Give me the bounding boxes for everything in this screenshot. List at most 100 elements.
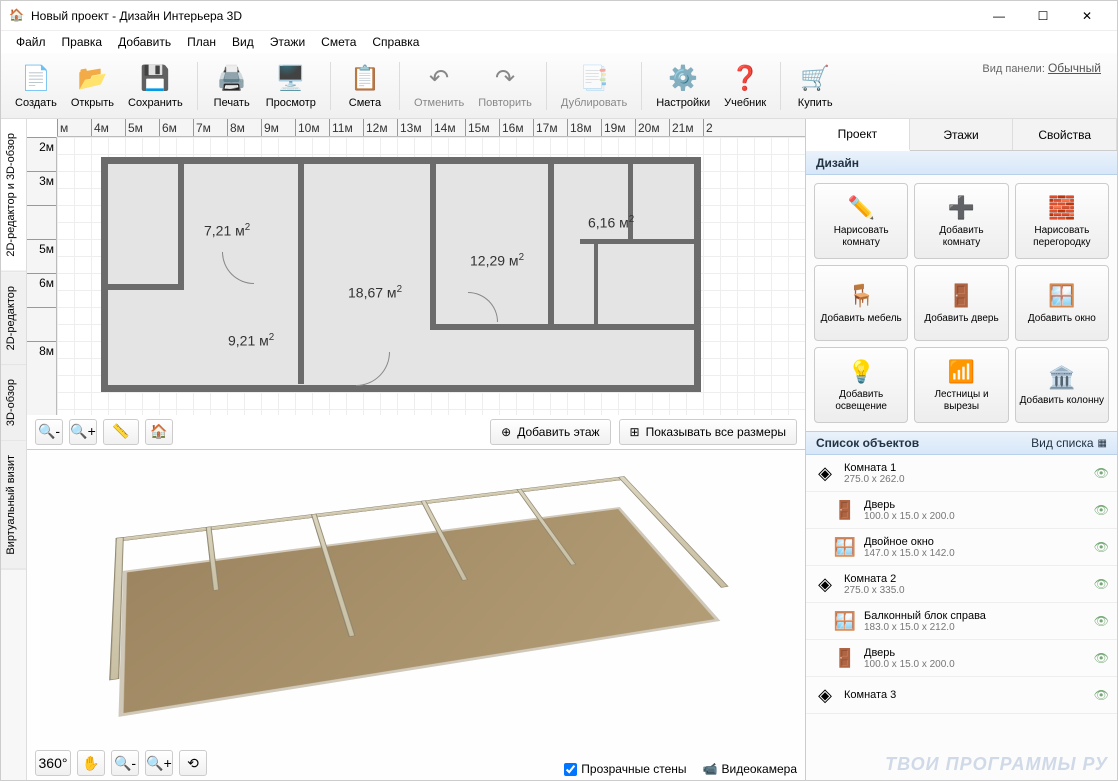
toolbar-print-button[interactable]: 🖨️Печать <box>206 57 258 115</box>
app-icon: 🏠 <box>9 8 25 24</box>
side-tab-2[interactable]: 3D-обзор <box>1 365 26 441</box>
objects-list: ◈Комната 1275.0 x 262.0👁🚪Дверь100.0 x 15… <box>806 455 1117 780</box>
visibility-icon[interactable]: 👁 <box>1094 503 1109 517</box>
toolbar-save-button[interactable]: 💾Сохранить <box>122 57 189 115</box>
plan-2d-controls: 🔍- 🔍+ 📏 🏠 <box>35 419 173 445</box>
visibility-icon[interactable]: 👁 <box>1094 651 1109 665</box>
canvas-2d[interactable]: 7,21 м218,67 м212,29 м26,16 м29,21 м2 <box>57 137 805 415</box>
menu-Файл[interactable]: Файл <box>9 33 53 51</box>
ruler-horizontal: м4м5м6м7м8м9м10м11м12м13м14м15м16м17м18м… <box>57 119 805 137</box>
view-mode-toggle[interactable]: Вид списка ▦ <box>1031 436 1107 450</box>
rp-tab-Свойства[interactable]: Свойства <box>1013 119 1117 150</box>
design-btn-Нарисовать-комнату[interactable]: ✏️Нарисовать комнату <box>814 183 908 259</box>
canvas-3d[interactable] <box>27 450 805 745</box>
help-icon: ❓ <box>729 63 761 95</box>
toolbar-settings-button[interactable]: ⚙️Настройки <box>650 57 716 115</box>
estimate-icon: 📋 <box>349 63 381 95</box>
object-item[interactable]: 🚪Дверь100.0 x 15.0 x 200.0👁 <box>806 640 1117 677</box>
transparent-walls-checkbox[interactable]: Прозрачные стены <box>564 762 686 776</box>
titlebar: 🏠 Новый проект - Дизайн Интерьера 3D ― ☐… <box>1 1 1117 31</box>
design-btn-Добавить-окно[interactable]: 🪟Добавить окно <box>1015 265 1109 341</box>
menu-План[interactable]: План <box>180 33 223 51</box>
minimize-button[interactable]: ― <box>977 2 1021 30</box>
menu-Смета[interactable]: Смета <box>314 33 363 51</box>
menubar: ФайлПравкаДобавитьПланВидЭтажиСметаСправ… <box>1 31 1117 53</box>
menu-Добавить[interactable]: Добавить <box>111 33 178 51</box>
side-tab-1[interactable]: 2D-редактор <box>1 272 26 365</box>
home-button[interactable]: 🏠 <box>145 419 173 445</box>
menu-Вид[interactable]: Вид <box>225 33 261 51</box>
visibility-icon[interactable]: 👁 <box>1094 614 1109 628</box>
menu-Этажи[interactable]: Этажи <box>263 33 312 51</box>
pan-button[interactable]: ✋ <box>77 750 105 776</box>
design-btn-Добавить-дверь[interactable]: 🚪Добавить дверь <box>914 265 1008 341</box>
plan-2d-area[interactable]: м4м5м6м7м8м9м10м11м12м13м14м15м16м17м18м… <box>27 119 805 450</box>
objects-header: Список объектов Вид списка ▦ <box>806 431 1117 455</box>
reset-view-button[interactable]: ⟲ <box>179 750 207 776</box>
room-label: 12,29 м2 <box>470 252 524 269</box>
add-floor-button[interactable]: ⊕Добавить этаж <box>490 419 610 445</box>
visibility-icon[interactable]: 👁 <box>1094 688 1109 702</box>
toolbar-help-button[interactable]: ❓Учебник <box>718 57 772 115</box>
toolbar-new-button[interactable]: 📄Создать <box>9 57 63 115</box>
design-grid: ✏️Нарисовать комнату➕Добавить комнату🧱На… <box>806 175 1117 431</box>
toolbar: 📄Создать📂Открыть💾Сохранить 🖨️Печать🖥️Прос… <box>1 53 1117 119</box>
side-tabs: 2D-редактор и 3D-обзор2D-редактор3D-обзо… <box>1 119 27 780</box>
panel-mode: Вид панели: Обычный <box>982 61 1101 75</box>
rotate-360-button[interactable]: 360° <box>35 750 71 776</box>
toolbar-open-button[interactable]: 📂Открыть <box>65 57 120 115</box>
rp-tab-Проект[interactable]: Проект <box>806 119 910 151</box>
object-item[interactable]: ◈Комната 3👁 <box>806 677 1117 714</box>
toolbar-estimate-button[interactable]: 📋Смета <box>339 57 391 115</box>
rp-tab-Этажи[interactable]: Этажи <box>910 119 1014 150</box>
design-btn-Добавить-комнату[interactable]: ➕Добавить комнату <box>914 183 1008 259</box>
redo-icon: ↷ <box>489 63 521 95</box>
ruler-vertical: 2м3м5м6м8м <box>27 137 57 415</box>
maximize-button[interactable]: ☐ <box>1021 2 1065 30</box>
undo-icon: ↶ <box>423 63 455 95</box>
room-label: 9,21 м2 <box>228 332 274 349</box>
panel-mode-link[interactable]: Обычный <box>1048 61 1101 75</box>
right-panel-tabs: ПроектЭтажиСвойства <box>806 119 1117 151</box>
show-dimensions-button[interactable]: ⊞Показывать все размеры <box>619 419 797 445</box>
room-label: 6,16 м2 <box>588 214 634 231</box>
visibility-icon[interactable]: 👁 <box>1094 577 1109 591</box>
toolbar-buy-button[interactable]: 🛒Купить <box>789 57 841 115</box>
room-label: 7,21 м2 <box>204 222 250 239</box>
design-btn-Добавить-колонну[interactable]: 🏛️Добавить колонну <box>1015 347 1109 423</box>
zoom-in-button[interactable]: 🔍+ <box>69 419 97 445</box>
visibility-icon[interactable]: 👁 <box>1094 466 1109 480</box>
toolbar-redo-button: ↷Повторить <box>472 57 538 115</box>
right-panel: ПроектЭтажиСвойства Дизайн ✏️Нарисовать … <box>805 119 1117 780</box>
design-header: Дизайн <box>806 151 1117 175</box>
side-tab-0[interactable]: 2D-редактор и 3D-обзор <box>1 119 26 272</box>
camcorder-button[interactable]: 📹 Видеокамера <box>703 762 797 776</box>
print-icon: 🖨️ <box>216 63 248 95</box>
close-button[interactable]: ✕ <box>1065 2 1109 30</box>
design-btn-Нарисовать-перегородку[interactable]: 🧱Нарисовать перегородку <box>1015 183 1109 259</box>
object-item[interactable]: 🚪Дверь100.0 x 15.0 x 200.0👁 <box>806 492 1117 529</box>
save-icon: 💾 <box>139 63 171 95</box>
new-icon: 📄 <box>20 63 52 95</box>
side-tab-3[interactable]: Виртуальный визит <box>1 441 26 570</box>
design-btn-Лестницы-и-вырезы[interactable]: 📶Лестницы и вырезы <box>914 347 1008 423</box>
object-item[interactable]: ◈Комната 2275.0 x 335.0👁 <box>806 566 1117 603</box>
object-item[interactable]: ◈Комната 1275.0 x 262.0👁 <box>806 455 1117 492</box>
view-3d-area[interactable]: 360° ✋ 🔍- 🔍+ ⟲ Прозрачные стены 📹 Видеок… <box>27 450 805 781</box>
visibility-icon[interactable]: 👁 <box>1094 540 1109 554</box>
design-btn-Добавить-мебель[interactable]: 🪑Добавить мебель <box>814 265 908 341</box>
menu-Справка[interactable]: Справка <box>365 33 426 51</box>
design-btn-Добавить-освещение[interactable]: 💡Добавить освещение <box>814 347 908 423</box>
buy-icon: 🛒 <box>799 63 831 95</box>
floorplan[interactable]: 7,21 м218,67 м212,29 м26,16 м29,21 м2 <box>101 157 701 392</box>
object-item[interactable]: 🪟Двойное окно147.0 x 15.0 x 142.0👁 <box>806 529 1117 566</box>
zoom-in-3d-button[interactable]: 🔍+ <box>145 750 173 776</box>
object-item[interactable]: 🪟Балконный блок справа183.0 x 15.0 x 212… <box>806 603 1117 640</box>
window-title: Новый проект - Дизайн Интерьера 3D <box>31 9 977 23</box>
menu-Правка[interactable]: Правка <box>55 33 110 51</box>
toolbar-duplicate-button: 📑Дублировать <box>555 57 633 115</box>
toolbar-preview-button[interactable]: 🖥️Просмотр <box>260 57 322 115</box>
zoom-out-button[interactable]: 🔍- <box>35 419 63 445</box>
measure-button[interactable]: 📏 <box>103 419 139 445</box>
zoom-out-3d-button[interactable]: 🔍- <box>111 750 139 776</box>
